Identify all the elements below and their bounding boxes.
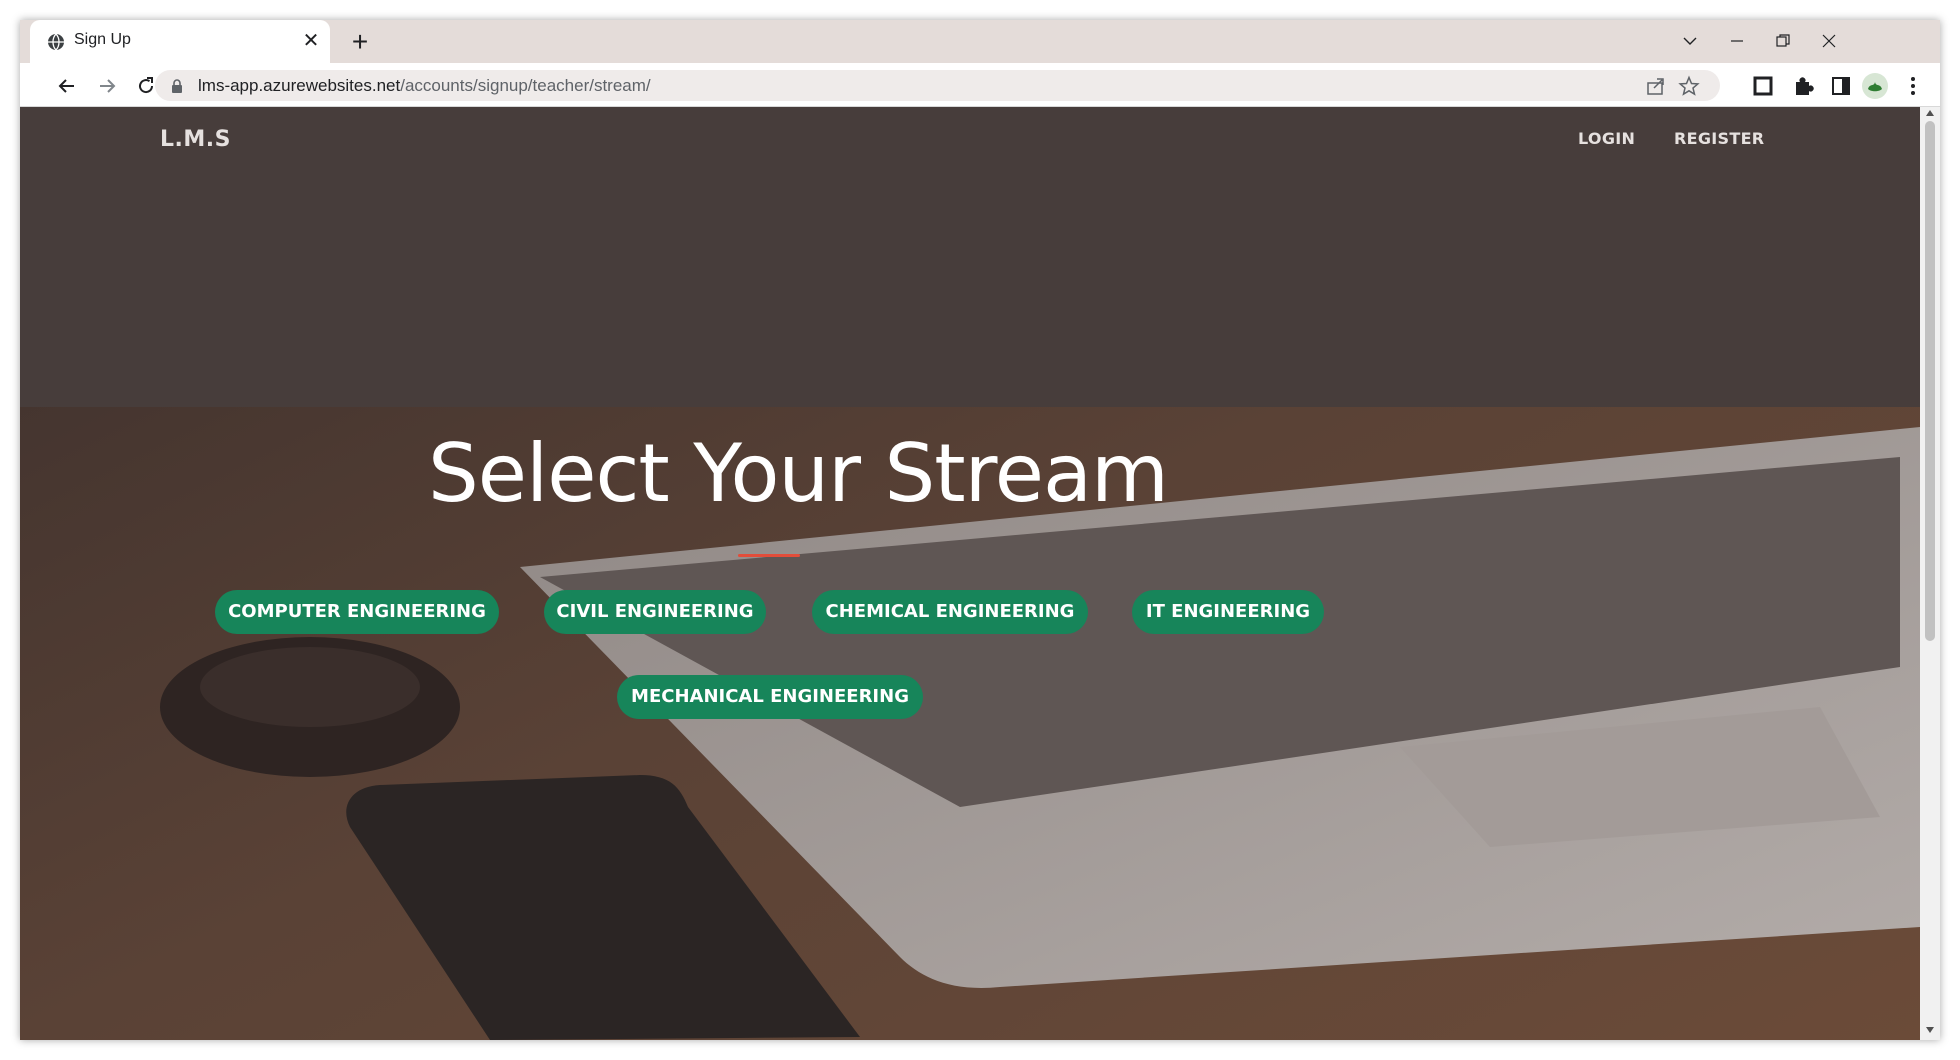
arrow-left-icon: [58, 79, 74, 93]
share-icon[interactable]: [1645, 75, 1667, 97]
tab-strip: Sign Up ✕ +: [20, 20, 1940, 63]
tab-close-icon[interactable]: ✕: [300, 30, 322, 52]
title-divider: [738, 554, 800, 557]
browser-window: Sign Up ✕ + lms-app.azurewebsites.net/ac…: [20, 20, 1940, 1040]
new-tab-button[interactable]: +: [345, 28, 375, 58]
avatar-icon[interactable]: [1862, 73, 1888, 99]
scrollbar-thumb[interactable]: [1925, 121, 1935, 641]
login-link[interactable]: LOGIN: [1578, 129, 1635, 148]
forward-button[interactable]: [92, 71, 122, 101]
browser-toolbar: lms-app.azurewebsites.net/accounts/signu…: [20, 63, 1940, 107]
close-icon[interactable]: [1809, 28, 1849, 58]
stream-button-civil-engineering[interactable]: CIVIL ENGINEERING: [544, 590, 766, 634]
minimize-icon[interactable]: [1717, 28, 1757, 58]
puzzle-icon[interactable]: [1790, 73, 1816, 99]
address-bar[interactable]: lms-app.azurewebsites.net/accounts/signu…: [155, 70, 1720, 101]
page-title: Select Your Stream: [428, 427, 1169, 520]
page-scrollbar[interactable]: [1920, 107, 1940, 1040]
brand-logo[interactable]: L.M.S: [160, 127, 231, 152]
url-path: /accounts/signup/teacher/stream/: [400, 76, 651, 95]
chevron-down-icon[interactable]: [1670, 28, 1710, 58]
stream-button-computer-engineering[interactable]: COMPUTER ENGINEERING: [215, 590, 499, 634]
kebab-menu-icon[interactable]: [1900, 73, 1926, 99]
square-extension-icon[interactable]: [1750, 73, 1776, 99]
back-button[interactable]: [52, 71, 82, 101]
restore-icon[interactable]: [1763, 28, 1803, 58]
url-text[interactable]: lms-app.azurewebsites.net/accounts/signu…: [198, 76, 651, 96]
reload-icon: [139, 77, 154, 94]
register-link[interactable]: REGISTER: [1674, 129, 1764, 148]
stream-button-it-engineering[interactable]: IT ENGINEERING: [1132, 590, 1324, 634]
stream-button-mechanical-engineering[interactable]: MECHANICAL ENGINEERING: [617, 675, 923, 719]
arrow-right-icon: [100, 79, 116, 93]
hero-background-image: [20, 107, 1920, 1040]
tab-sign-up[interactable]: Sign Up ✕: [30, 20, 330, 63]
globe-icon: [46, 32, 66, 52]
url-host: lms-app.azurewebsites.net: [198, 76, 401, 95]
star-icon[interactable]: [1678, 75, 1700, 97]
side-panel-icon[interactable]: [1828, 73, 1854, 99]
scroll-up-arrow-icon[interactable]: [1926, 110, 1934, 116]
page-viewport: L.M.S LOGIN REGISTER Select Your Stream …: [20, 107, 1920, 1040]
lock-icon[interactable]: [170, 78, 184, 94]
tab-title: Sign Up: [74, 31, 131, 48]
stream-button-chemical-engineering[interactable]: CHEMICAL ENGINEERING: [812, 590, 1088, 634]
scroll-down-arrow-icon[interactable]: [1926, 1027, 1934, 1033]
